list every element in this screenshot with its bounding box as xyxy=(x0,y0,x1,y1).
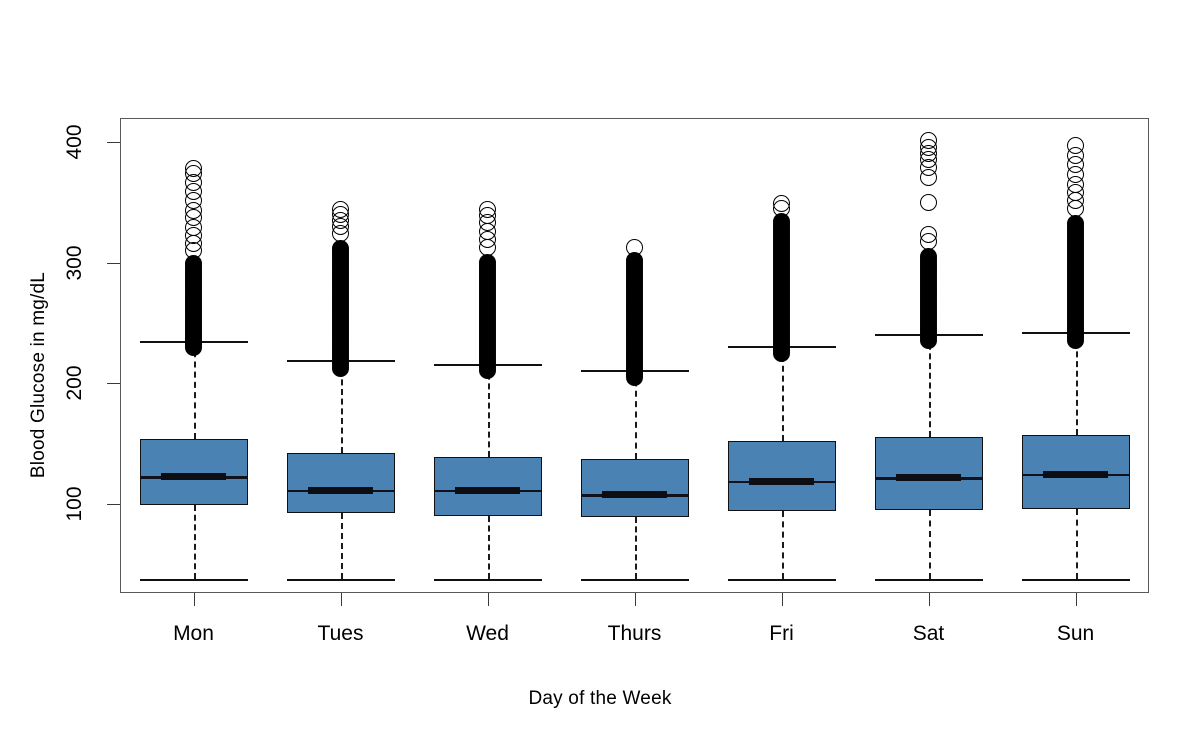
x-tick-mark xyxy=(487,593,489,606)
x-tick-mark xyxy=(634,593,636,606)
y-tick-mark xyxy=(107,504,120,505)
plot-area xyxy=(120,118,1149,593)
y-tick-label: 400 xyxy=(63,124,86,160)
x-tick-mark xyxy=(1075,593,1077,606)
x-tick-mark xyxy=(340,593,342,606)
outlier-cluster-dense xyxy=(1066,215,1085,350)
x-tick-label-fri: Fri xyxy=(769,622,794,645)
x-tick-label-thurs: Thurs xyxy=(607,622,662,645)
x-tick-mark xyxy=(781,593,783,606)
x-tick-label-mon: Mon xyxy=(173,622,214,645)
x-tick-label-tues: Tues xyxy=(317,622,364,645)
x-axis-title: Day of the Week xyxy=(528,688,672,709)
x-tick-label-sat: Sat xyxy=(912,622,945,645)
y-tick-label: 300 xyxy=(63,245,86,281)
y-tick-label: 200 xyxy=(63,365,86,401)
x-tick-label-wed: Wed xyxy=(466,622,509,645)
outlier-point xyxy=(1067,136,1084,154)
outlier-point xyxy=(1066,332,1084,350)
y-axis-title: Blood Glucose in mg/dL xyxy=(28,271,49,479)
y-tick-mark xyxy=(107,142,120,143)
x-tick-mark xyxy=(193,593,195,606)
boxplot-group-sun xyxy=(120,118,1149,593)
y-tick-mark xyxy=(107,262,120,264)
lower-whisker xyxy=(1075,508,1078,579)
chart-canvas: Blood Glucose in mg/dL 100 200 300 400 Mon T… xyxy=(0,0,1200,750)
median-line xyxy=(1043,470,1108,478)
x-tick-mark xyxy=(928,593,930,606)
x-tick-label-sun: Sun xyxy=(1056,622,1095,645)
y-tick-label: 100 xyxy=(63,486,86,522)
y-tick-mark xyxy=(107,383,120,385)
lower-whisker-cap xyxy=(1021,578,1130,581)
